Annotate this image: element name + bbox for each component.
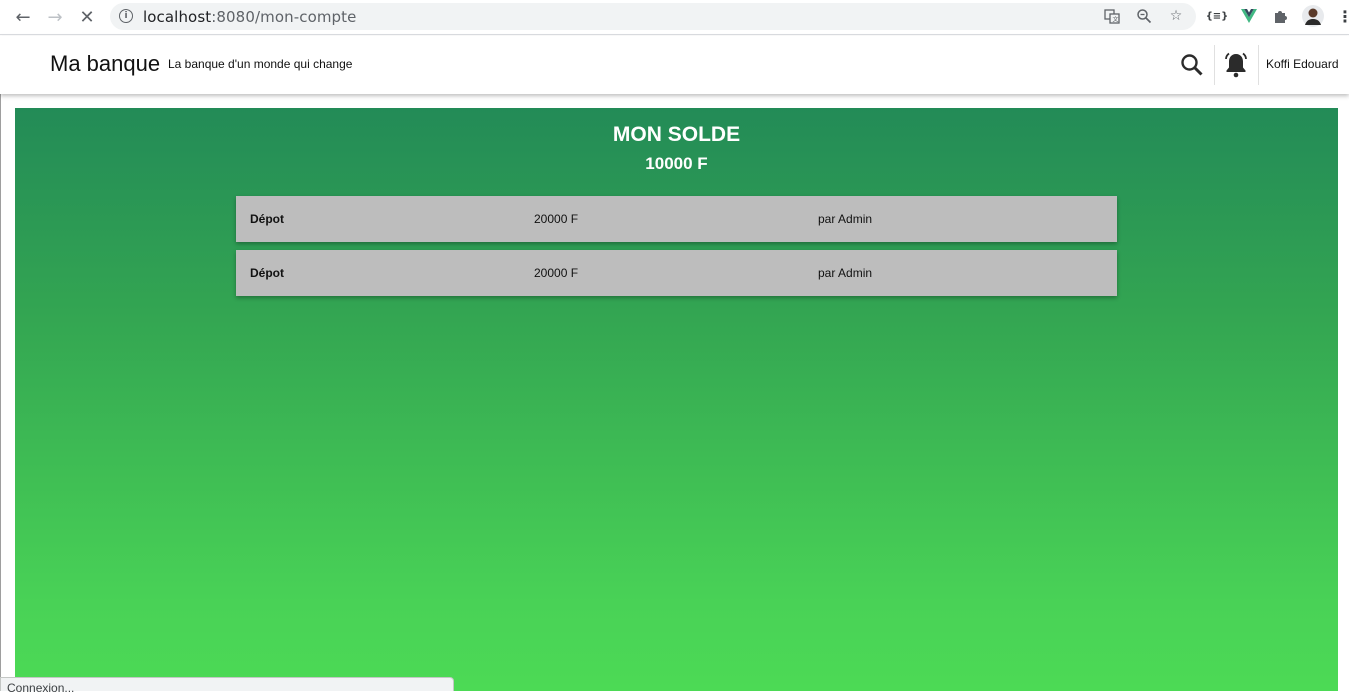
- zoom-icon[interactable]: [1134, 6, 1154, 26]
- page-left-border: [0, 94, 1, 691]
- back-icon[interactable]: ←: [10, 4, 36, 30]
- balance-value: 10000 F: [645, 154, 708, 173]
- balance-title: MON SOLDE: [612, 123, 741, 146]
- extensions-puzzle-icon[interactable]: [1270, 5, 1292, 27]
- header-divider: [1214, 45, 1215, 85]
- transaction-amount: 20000 F: [534, 266, 579, 280]
- address-bar[interactable]: i localhost:8080/mon-compte 文 ☆: [110, 3, 1196, 30]
- search-icon[interactable]: [1177, 50, 1207, 80]
- browser-menu-icon[interactable]: ⋮: [1334, 5, 1349, 27]
- translate-icon[interactable]: 文: [1102, 6, 1122, 26]
- site-info-icon[interactable]: i: [119, 9, 133, 23]
- transaction-author: par Admin: [818, 212, 873, 226]
- transaction-row[interactable]: Dépot 20000 F par Admin: [236, 196, 1117, 242]
- stop-loading-icon[interactable]: ✕: [74, 4, 100, 30]
- bookmark-star-icon[interactable]: ☆: [1166, 6, 1186, 26]
- transaction-type: Dépot: [250, 266, 284, 280]
- browser-toolbar: ← → ✕ i localhost:8080/mon-compte 文 ☆ {≡…: [0, 0, 1349, 35]
- app-header: Ma banque La banque d'un monde qui chang…: [0, 36, 1349, 94]
- forward-icon[interactable]: →: [42, 4, 68, 30]
- status-text: Connexion...: [7, 681, 75, 695]
- header-divider: [1258, 45, 1259, 85]
- transaction-row[interactable]: Dépot 20000 F par Admin: [236, 250, 1117, 296]
- transaction-amount: 20000 F: [534, 212, 579, 226]
- account-panel: MON SOLDE 10000 F Dépot 20000 F par Admi…: [15, 108, 1338, 691]
- svg-text:文: 文: [1113, 16, 1119, 24]
- profile-avatar-icon[interactable]: [1302, 5, 1324, 27]
- vue-devtools-icon[interactable]: [1238, 5, 1260, 27]
- user-name[interactable]: Koffi Edouard: [1266, 57, 1339, 71]
- app-subtitle: La banque d'un monde qui change: [168, 57, 353, 71]
- url-text[interactable]: localhost:8080/mon-compte: [143, 8, 357, 26]
- transaction-type: Dépot: [250, 212, 284, 226]
- json-extension-icon[interactable]: {≡}: [1206, 5, 1229, 27]
- transaction-author: par Admin: [818, 266, 873, 280]
- browser-status-bubble: Connexion...: [0, 677, 454, 695]
- notifications-bell-icon[interactable]: [1221, 50, 1251, 80]
- transaction-list: Dépot 20000 F par Admin Dépot 20000 F pa…: [236, 196, 1117, 304]
- app-title[interactable]: Ma banque: [50, 51, 160, 77]
